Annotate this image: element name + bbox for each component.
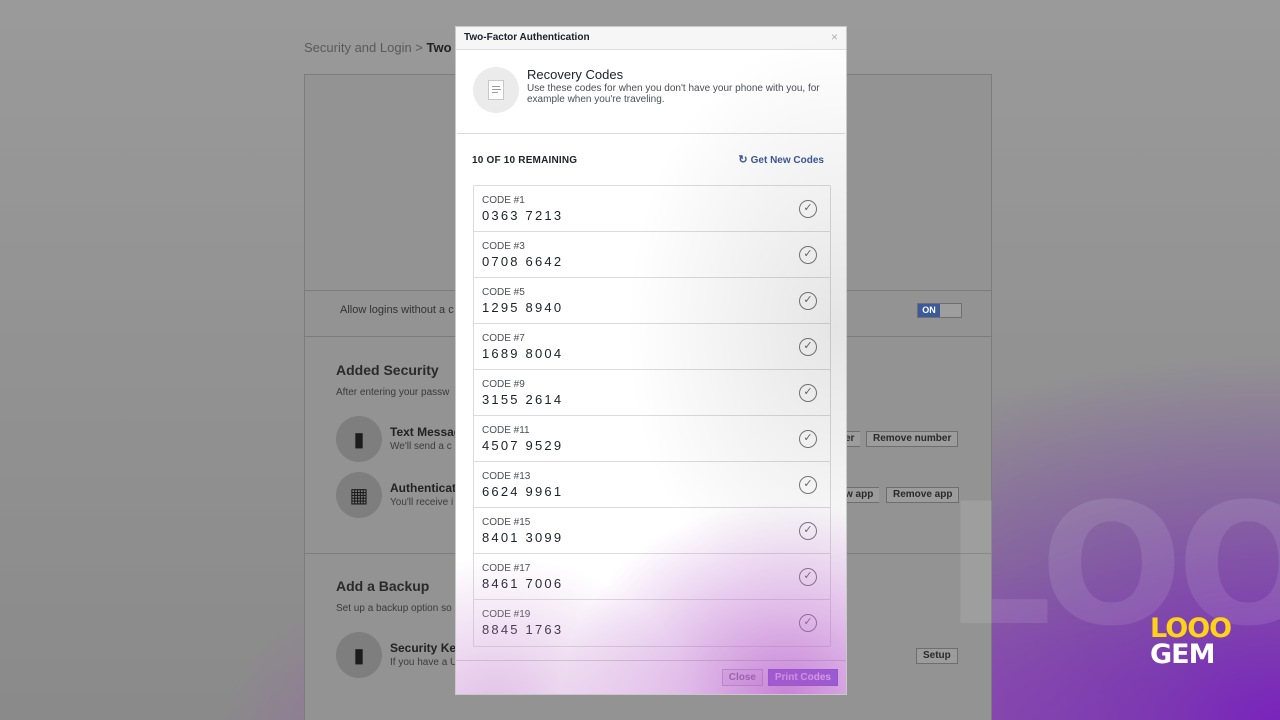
code-value: 8401 3099 <box>482 530 564 545</box>
add-backup-title: Add a Backup <box>336 578 430 594</box>
phone-icon: ▮ <box>336 416 382 462</box>
brand-watermark: LOOO <box>945 467 1280 663</box>
code-value: 1295 8940 <box>482 300 564 315</box>
text-message-subtitle: We'll send a c <box>390 441 452 452</box>
check-circle-icon: ✓ <box>799 338 817 356</box>
code-label: CODE #15 <box>482 517 531 528</box>
code-value: 4507 9529 <box>482 438 564 453</box>
code-value: 3155 2614 <box>482 392 564 407</box>
check-circle-icon: ✓ <box>799 246 817 264</box>
code-row: CODE #9 3155 2614 ✓ <box>474 370 830 416</box>
check-circle-icon: ✓ <box>799 200 817 218</box>
check-circle-icon: ✓ <box>799 568 817 586</box>
code-value: 1689 8004 <box>482 346 564 361</box>
add-backup-subtitle: Set up a backup option so <box>336 603 452 614</box>
logo-line-2: GEM <box>1150 639 1215 670</box>
check-circle-icon: ✓ <box>799 476 817 494</box>
modal-header: Two-Factor Authentication × <box>456 27 846 50</box>
code-label: CODE #5 <box>482 287 525 298</box>
brand-logo: LOOO GEM <box>1150 615 1232 672</box>
check-circle-icon: ✓ <box>799 292 817 310</box>
added-security-subtitle: After entering your passw <box>336 387 450 398</box>
document-icon <box>473 67 519 113</box>
code-label: CODE #11 <box>482 425 530 436</box>
code-row: CODE #5 1295 8940 ✓ <box>474 278 830 324</box>
code-row: CODE #17 8461 7006 ✓ <box>474 554 830 600</box>
usb-key-icon: ▮ <box>336 632 382 678</box>
code-row: CODE #1 0363 7213 ✓ <box>474 186 830 232</box>
recovery-codes-description: Use these codes for when you don't have … <box>527 83 820 105</box>
code-value: 6624 9961 <box>482 484 564 499</box>
authenticator-subtitle: You'll receive i <box>390 497 454 508</box>
print-codes-button[interactable]: Print Codes <box>767 669 838 686</box>
added-security-title: Added Security <box>336 362 439 378</box>
text-message-title: Text Messag <box>390 425 462 439</box>
check-circle-icon: ✓ <box>799 614 817 632</box>
code-label: CODE #9 <box>482 379 525 390</box>
breadcrumb-parent[interactable]: Security and Login > <box>304 40 423 55</box>
code-label: CODE #13 <box>482 471 531 482</box>
code-label: CODE #7 <box>482 333 525 344</box>
code-row: CODE #13 6624 9961 ✓ <box>474 462 830 508</box>
qr-code-icon: ▦ <box>336 472 382 518</box>
remove-number-button[interactable]: Remove number <box>866 431 959 447</box>
security-key-subtitle: If you have a U <box>390 657 458 668</box>
check-circle-icon: ✓ <box>799 384 817 402</box>
get-new-codes-link[interactable]: ↻ Get New Codes <box>738 153 824 166</box>
modal-title: Two-Factor Authentication <box>464 32 590 43</box>
code-value: 8845 1763 <box>482 622 564 637</box>
refresh-icon: ↻ <box>738 154 748 166</box>
check-circle-icon: ✓ <box>799 430 817 448</box>
code-row: CODE #7 1689 8004 ✓ <box>474 324 830 370</box>
code-value: 0363 7213 <box>482 208 564 223</box>
recovery-codes-header: Recovery Codes Use these codes for when … <box>457 50 845 134</box>
recovery-codes-title: Recovery Codes <box>527 67 624 82</box>
code-value: 8461 7006 <box>482 576 564 591</box>
breadcrumb: Security and Login > Two <box>304 40 452 55</box>
code-value: 0708 6642 <box>482 254 564 269</box>
close-icon[interactable]: × <box>831 30 838 44</box>
security-key-title: Security Ke <box>390 641 457 655</box>
code-label: CODE #1 <box>482 195 525 206</box>
code-label: CODE #19 <box>482 609 531 620</box>
allow-logins-toggle[interactable]: ON <box>917 303 962 318</box>
check-circle-icon: ✓ <box>799 522 817 540</box>
toggle-label: ON <box>918 304 940 317</box>
authenticator-title: Authenticati <box>390 481 460 495</box>
code-row: CODE #15 8401 3099 ✓ <box>474 508 830 554</box>
remaining-count: 10 OF 10 REMAINING <box>472 155 578 166</box>
codes-list: CODE #1 0363 7213 ✓ CODE #3 0708 6642 ✓ CODE #… <box>473 185 831 647</box>
code-row: CODE #11 4507 9529 ✓ <box>474 416 830 462</box>
breadcrumb-current: Two <box>426 40 452 55</box>
two-factor-modal: Two-Factor Authentication × Recovery Cod… <box>455 26 847 695</box>
code-row: CODE #3 0708 6642 ✓ <box>474 232 830 278</box>
close-button[interactable]: Close <box>721 669 763 686</box>
allow-logins-text: Allow logins without a c <box>340 304 454 316</box>
get-new-codes-label: Get New Codes <box>750 155 824 166</box>
code-label: CODE #3 <box>482 241 525 252</box>
code-row: CODE #19 8845 1763 ✓ <box>474 600 830 646</box>
code-label: CODE #17 <box>482 563 531 574</box>
modal-footer: Close Print Codes <box>456 660 846 694</box>
